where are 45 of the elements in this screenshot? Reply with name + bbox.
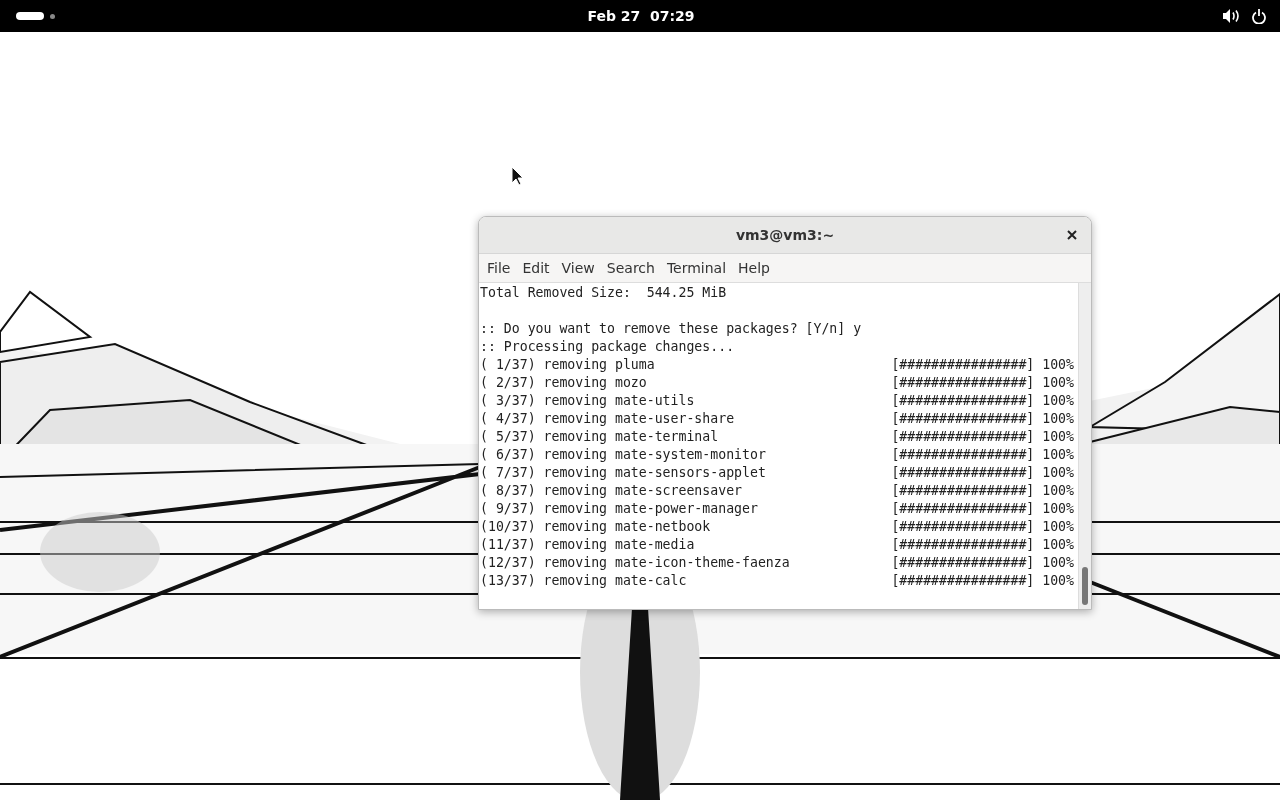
mouse-cursor-icon	[511, 166, 524, 186]
terminal-line: ( 6/37) removing mate-system-monitor	[480, 446, 766, 464]
workspace-dot-icon[interactable]	[50, 13, 55, 19]
terminal-line: ( 9/37) removing mate-power-manager	[480, 500, 758, 518]
progress-text: [################] 100%	[891, 356, 1074, 374]
workspace-indicator-icon[interactable]	[16, 12, 44, 20]
terminal-line: ( 5/37) removing mate-terminal	[480, 428, 719, 446]
terminal-line: (11/37) removing mate-media	[480, 536, 695, 554]
terminal-line: ( 3/37) removing mate-utils	[480, 392, 695, 410]
terminal-line: ( 7/37) removing mate-sensors-applet	[480, 464, 766, 482]
progress-text: [################] 100%	[891, 446, 1074, 464]
menu-item[interactable]: Search	[600, 258, 661, 278]
terminal-line: (13/37) removing mate-calc	[480, 572, 687, 590]
terminal-line: ( 4/37) removing mate-user-share	[480, 410, 735, 428]
menu-item[interactable]: Help	[732, 258, 776, 278]
progress-text: [################] 100%	[891, 500, 1074, 518]
progress-text: [################] 100%	[891, 482, 1074, 500]
terminal-line: (12/37) removing mate-icon-theme-faenza	[480, 554, 790, 572]
menu-item[interactable]: Edit	[516, 258, 556, 278]
progress-text: [################] 100%	[891, 554, 1074, 572]
progress-text: [################] 100%	[891, 374, 1074, 392]
terminal-line: ( 1/37) removing pluma	[480, 356, 655, 374]
menu-item[interactable]: Terminal	[660, 258, 733, 278]
menu-item[interactable]: View	[555, 258, 601, 278]
progress-text: [################] 100%	[891, 428, 1074, 446]
terminal-line: Total Removed Size: 544.25 MiB	[480, 284, 727, 302]
volume-icon[interactable]	[1223, 9, 1240, 23]
progress-text: [################] 100%	[891, 410, 1074, 428]
terminal-line: ( 8/37) removing mate-screensaver	[480, 482, 742, 500]
progress-text: [################] 100%	[891, 572, 1074, 590]
terminal-line: ( 2/37) removing mozo	[480, 374, 647, 392]
scrollbar[interactable]	[1078, 283, 1091, 609]
terminal-line: :: Processing package changes...	[480, 338, 735, 356]
progress-text: [################] 100%	[891, 464, 1074, 482]
scrollbar-thumb[interactable]	[1082, 567, 1088, 605]
power-icon[interactable]	[1252, 8, 1266, 24]
progress-text: [################] 100%	[891, 536, 1074, 554]
menu-item[interactable]: File	[481, 258, 517, 278]
progress-text: [################] 100%	[891, 392, 1074, 410]
progress-text: [################] 100%	[891, 518, 1074, 536]
close-icon	[1066, 229, 1078, 241]
terminal-line: :: Do you want to remove these packages? [Y/n] y	[480, 320, 862, 338]
clock[interactable]: Feb 27 07:29	[587, 8, 695, 24]
terminal-line: (10/37) removing mate-netbook	[480, 518, 711, 536]
window-title: vm3@vm3:~	[735, 227, 835, 243]
